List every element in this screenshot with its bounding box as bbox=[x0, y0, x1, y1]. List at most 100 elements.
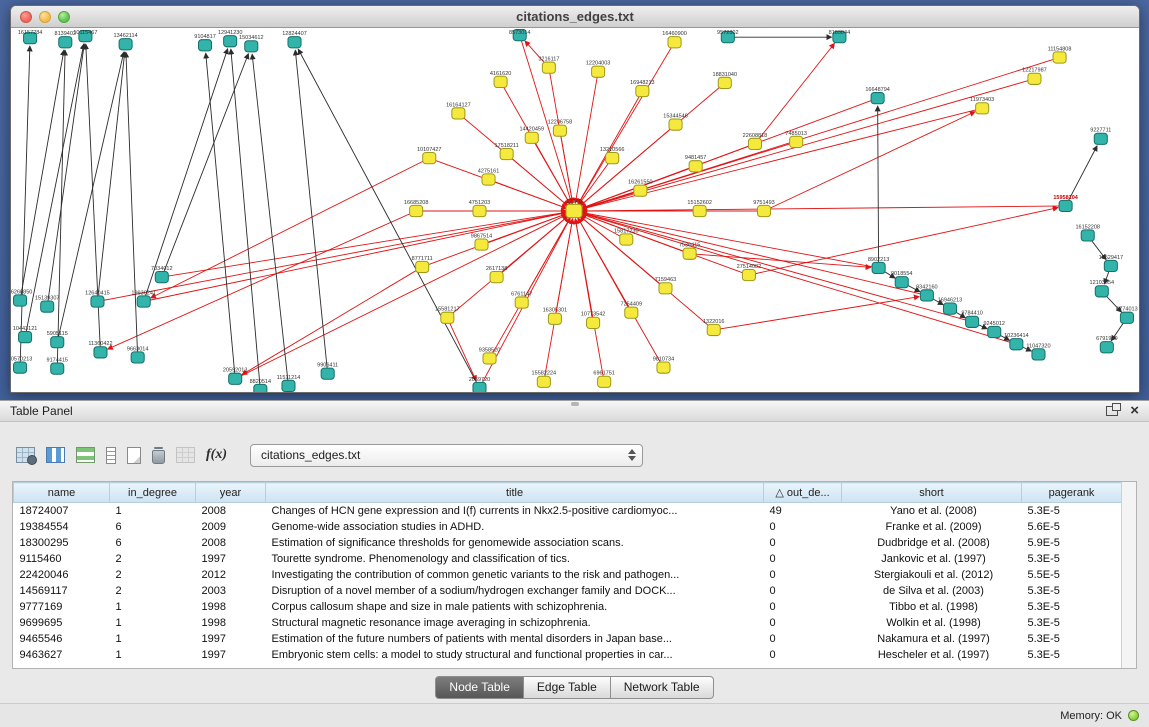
memory-status-icon[interactable] bbox=[1128, 710, 1139, 721]
network-node[interactable] bbox=[871, 93, 884, 104]
network-node[interactable] bbox=[51, 337, 64, 348]
network-node[interactable] bbox=[155, 272, 168, 283]
network-edge[interactable] bbox=[47, 44, 84, 306]
column-header-pagerank[interactable]: pagerank bbox=[1022, 483, 1122, 503]
tab-edge-table[interactable]: Edge Table bbox=[524, 676, 611, 699]
network-node[interactable] bbox=[988, 326, 1001, 337]
network-edge[interactable] bbox=[582, 98, 878, 208]
table-row[interactable]: 946554611997Estimation of the future num… bbox=[14, 631, 1122, 647]
network-node[interactable] bbox=[500, 148, 513, 159]
network-edge[interactable] bbox=[582, 79, 1035, 209]
network-node[interactable] bbox=[416, 261, 429, 272]
table-row[interactable]: 977716911998Corpus callosum shape and si… bbox=[14, 599, 1122, 615]
network-node[interactable] bbox=[119, 39, 132, 50]
network-node[interactable] bbox=[943, 303, 956, 314]
delete-table-icon[interactable] bbox=[152, 450, 165, 464]
network-node[interactable] bbox=[707, 324, 720, 335]
network-node[interactable] bbox=[483, 353, 496, 364]
network-node[interactable] bbox=[245, 41, 258, 52]
network-edge[interactable] bbox=[878, 106, 879, 268]
network-node[interactable] bbox=[321, 368, 334, 379]
network-node[interactable] bbox=[566, 204, 582, 217]
network-edge[interactable] bbox=[144, 49, 228, 302]
network-edge[interactable] bbox=[575, 72, 598, 203]
network-edge[interactable] bbox=[582, 214, 749, 275]
function-builder-icon[interactable]: f(x) bbox=[206, 447, 227, 463]
column-header-name[interactable]: name bbox=[14, 483, 110, 503]
network-node[interactable] bbox=[966, 316, 979, 327]
network-node[interactable] bbox=[636, 85, 649, 96]
network-node[interactable] bbox=[587, 317, 600, 328]
tab-network-table[interactable]: Network Table bbox=[611, 676, 714, 699]
network-node[interactable] bbox=[494, 76, 507, 87]
network-node[interactable] bbox=[41, 301, 54, 312]
network-node[interactable] bbox=[693, 205, 706, 216]
network-node[interactable] bbox=[473, 382, 486, 392]
network-edge[interactable] bbox=[144, 213, 566, 302]
network-node[interactable] bbox=[625, 307, 638, 318]
network-node[interactable] bbox=[19, 332, 32, 343]
column-header-title[interactable]: title bbox=[266, 483, 764, 503]
table-row[interactable]: 1456911722003Disruption of a novel membe… bbox=[14, 583, 1122, 599]
network-node[interactable] bbox=[91, 296, 104, 307]
network-node[interactable] bbox=[683, 248, 696, 259]
network-edge[interactable] bbox=[252, 54, 288, 386]
network-node[interactable] bbox=[410, 205, 423, 216]
network-edge[interactable] bbox=[575, 219, 604, 382]
network-edge[interactable] bbox=[458, 113, 567, 205]
table-settings-icon[interactable] bbox=[16, 447, 35, 463]
float-panel-icon[interactable] bbox=[1106, 406, 1118, 416]
network-edge[interactable] bbox=[582, 213, 927, 296]
table-row[interactable]: 969969511998Structural magnetic resonanc… bbox=[14, 615, 1122, 631]
network-node[interactable] bbox=[1032, 349, 1045, 360]
network-edge[interactable] bbox=[97, 213, 566, 302]
network-edge[interactable] bbox=[582, 213, 1017, 344]
network-node[interactable] bbox=[14, 295, 27, 306]
network-edge[interactable] bbox=[108, 211, 416, 349]
network-node[interactable] bbox=[657, 362, 670, 373]
network-node[interactable] bbox=[748, 138, 761, 149]
network-node[interactable] bbox=[282, 380, 295, 391]
network-node[interactable] bbox=[598, 376, 611, 387]
network-node[interactable] bbox=[224, 36, 237, 47]
network-node[interactable] bbox=[668, 37, 681, 48]
network-node[interactable] bbox=[1059, 200, 1072, 211]
network-node[interactable] bbox=[1095, 286, 1108, 297]
network-node[interactable] bbox=[659, 283, 672, 294]
minimize-window-button[interactable] bbox=[39, 11, 51, 23]
network-node[interactable] bbox=[606, 153, 619, 164]
table-scrollbar[interactable] bbox=[1121, 482, 1136, 668]
network-node[interactable] bbox=[1104, 260, 1117, 271]
network-edge[interactable] bbox=[544, 219, 573, 382]
network-edge[interactable] bbox=[579, 158, 612, 204]
network-node[interactable] bbox=[198, 40, 211, 51]
network-edge[interactable] bbox=[97, 52, 124, 301]
network-node[interactable] bbox=[515, 297, 528, 308]
edit-table-icon[interactable] bbox=[76, 447, 95, 463]
network-edge[interactable] bbox=[422, 214, 566, 267]
tab-node-table[interactable]: Node Table bbox=[435, 676, 524, 699]
network-node[interactable] bbox=[669, 119, 682, 130]
network-node[interactable] bbox=[475, 239, 488, 250]
network-node[interactable] bbox=[490, 272, 503, 283]
network-edge[interactable] bbox=[242, 267, 422, 375]
network-node[interactable] bbox=[1081, 230, 1094, 241]
network-node[interactable] bbox=[976, 103, 989, 114]
network-node[interactable] bbox=[14, 362, 27, 373]
network-node[interactable] bbox=[473, 205, 486, 216]
network-edge[interactable] bbox=[298, 49, 479, 388]
network-node[interactable] bbox=[1010, 339, 1023, 350]
column-header-in_degree[interactable]: in_degree bbox=[110, 483, 196, 503]
network-node[interactable] bbox=[288, 37, 301, 48]
window-titlebar[interactable]: citations_edges.txt bbox=[11, 6, 1139, 28]
network-edge[interactable] bbox=[580, 83, 725, 206]
network-edge[interactable] bbox=[447, 318, 476, 381]
network-node[interactable] bbox=[742, 269, 755, 280]
column-header-year[interactable]: year bbox=[196, 483, 266, 503]
network-edge[interactable] bbox=[690, 254, 871, 268]
network-node[interactable] bbox=[620, 234, 633, 245]
network-node[interactable] bbox=[452, 108, 465, 119]
network-node[interactable] bbox=[920, 290, 933, 301]
table-row[interactable]: 1830029562008Estimation of significance … bbox=[14, 535, 1122, 551]
network-node[interactable] bbox=[1028, 73, 1041, 84]
